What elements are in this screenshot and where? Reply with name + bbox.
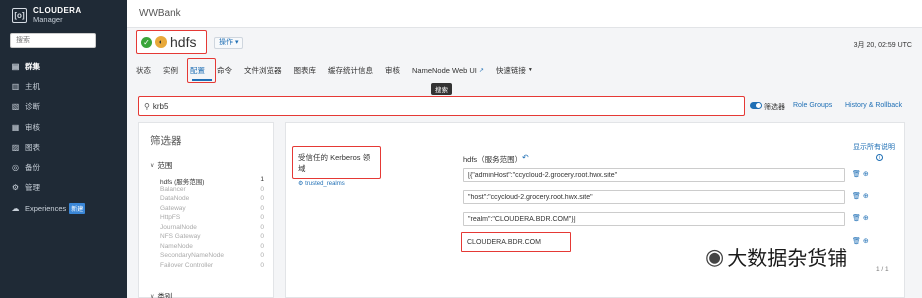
external-link-icon: ↗ — [478, 67, 484, 74]
list-item[interactable]: Failover Controller 0 — [160, 262, 264, 272]
top-bar: WWBank — [127, 0, 922, 28]
row-actions: 🗑 ⊕ — [852, 237, 869, 245]
property-name-box: 受信任的 Kerberos 领域 ⚙ trusted_realms — [292, 146, 381, 187]
chevron-down-icon: ∨ — [150, 294, 155, 298]
scope-label: hdfs（服务范围） — [463, 155, 523, 164]
sidebar-item-audit[interactable]: ▦ 审核 — [0, 117, 127, 137]
tab-file-browser[interactable]: 文件浏览器 — [244, 65, 282, 76]
cloud-icon: ☁ — [11, 203, 20, 213]
health-ok-icon: ✓ — [141, 36, 152, 48]
brand-name: CLOUDERA — [33, 6, 82, 15]
sidebar-item-experiences[interactable]: ☁ Experiences 新建 — [0, 198, 127, 218]
add-icon[interactable]: ⊕ — [863, 215, 869, 222]
trash-icon[interactable]: 🗑 — [852, 171, 861, 178]
wechat-icon: ◉ — [705, 243, 725, 269]
chart-icon: ▨ — [11, 142, 20, 152]
config-value-field[interactable] — [463, 168, 845, 182]
chevron-down-icon: ∨ — [150, 163, 155, 169]
tab-status[interactable]: 状态 — [136, 65, 151, 76]
pager: 1 / 1 — [876, 266, 889, 273]
tab-instances[interactable]: 实例 — [163, 65, 178, 76]
row-actions: 🗑 ⊕ — [852, 192, 869, 200]
add-icon[interactable]: ⊕ — [863, 238, 869, 245]
tab-cache-stats[interactable]: 缓存统计信息 — [328, 65, 373, 76]
search-tooltip: 搜索 — [431, 83, 452, 95]
gear-icon: ⚙ — [11, 183, 20, 193]
product-name: Manager — [33, 15, 63, 24]
filter-title: 筛选器 — [150, 135, 182, 147]
diagnostics-icon: ▧ — [11, 102, 20, 112]
service-header: ✓ ◐ hdfs — [136, 30, 207, 54]
gear-icon: ⚙ — [298, 181, 304, 187]
row-actions: 🗑 ⊕ — [852, 214, 869, 222]
show-all-descriptions-link[interactable]: 显示所有说明 — [853, 142, 895, 152]
sidebar-item-clusters[interactable]: ▤ 群集 — [0, 56, 127, 76]
row-actions: 🗑 ⊕ — [852, 170, 869, 178]
cloudera-logo-icon: [o] — [12, 7, 27, 23]
sidebar-item-charts[interactable]: ▨ 图表 — [0, 137, 127, 157]
service-tabs: 状态 实例 配置 命令 文件浏览器 图表库 缓存统计信息 审核 NameNode… — [136, 63, 545, 77]
filter-panel: 筛选器 ∨ 范围 hdfs (服务范围) 1 Balancer 0 DataNode 0… — [138, 122, 274, 298]
filter-toggle[interactable] — [750, 102, 762, 109]
list-item[interactable]: SecondaryNameNode 0 — [160, 252, 264, 262]
cloudera-logo[interactable]: [o] CLOUDERA Manager — [12, 6, 82, 24]
undo-icon[interactable]: ↶ — [522, 153, 529, 162]
property-key-link[interactable]: ⚙ trusted_realms — [298, 180, 375, 188]
role-groups-link[interactable]: Role Groups — [793, 102, 832, 109]
tab-quick-links[interactable]: 快速链接 ▼ — [496, 65, 533, 76]
tab-chart-library[interactable]: 图表库 — [294, 65, 317, 76]
list-item[interactable]: NFS Gateway 0 — [160, 233, 264, 243]
add-icon[interactable]: ⊕ — [863, 193, 869, 200]
sidebar-item-hosts[interactable]: ▥ 主机 — [0, 76, 127, 96]
tab-configuration[interactable]: 配置 — [190, 65, 205, 76]
active-tab-indicator — [192, 79, 212, 81]
list-item[interactable]: JournalNode 0 — [160, 224, 264, 234]
cluster-icon: ▤ — [11, 61, 20, 71]
tab-commands[interactable]: 命令 — [217, 65, 232, 76]
trash-icon[interactable]: 🗑 — [852, 193, 861, 200]
list-item[interactable]: Gateway 0 — [160, 205, 264, 215]
history-rollback-link[interactable]: History & Rollback — [845, 102, 902, 109]
add-icon[interactable]: ⊕ — [863, 171, 869, 178]
trash-icon[interactable]: 🗑 — [852, 215, 861, 222]
service-name: hdfs — [170, 34, 197, 50]
config-search-box: ⚲ — [138, 96, 745, 116]
cluster-name[interactable]: WWBank — [139, 8, 181, 19]
sidebar-item-diagnostics[interactable]: ▧ 诊断 — [0, 97, 127, 117]
host-icon: ▥ — [11, 81, 20, 91]
timestamp[interactable]: 3月 20, 02:59 UTC — [854, 40, 912, 50]
audit-icon: ▦ — [11, 122, 20, 132]
config-value-field[interactable] — [463, 190, 845, 204]
list-item[interactable]: DataNode 0 — [160, 195, 264, 205]
sidebar-nav: ▤ 群集 ▥ 主机 ▧ 诊断 ▦ 审核 ▨ 图表 ◎ 备份 ⚙ 管理 ☁ Experiences… — [0, 56, 127, 218]
watermark: ◉ 大数据杂货铺 — [705, 243, 848, 271]
config-search-input[interactable] — [152, 101, 733, 111]
sidebar-item-admin[interactable]: ⚙ 管理 — [0, 178, 127, 198]
scope-section-toggle[interactable]: ∨ 范围 — [150, 160, 172, 171]
property-title: 受信任的 Kerberos 领域 — [298, 153, 371, 173]
list-item[interactable]: HttpFS 0 — [160, 214, 264, 224]
chevron-down-icon: ▼ — [527, 67, 533, 73]
filter-toggle-label: 筛选器 — [764, 104, 785, 111]
config-value-field[interactable] — [463, 212, 845, 226]
list-item[interactable]: hdfs (服务范围) 1 — [160, 176, 264, 186]
sidebar-search-input[interactable] — [10, 33, 96, 48]
actions-dropdown-button[interactable]: 操作 ▾ — [214, 37, 244, 49]
new-badge: 新建 — [69, 202, 86, 214]
search-icon: ⚲ — [144, 101, 150, 111]
scope-filter-list: hdfs (服务范围) 1 Balancer 0 DataNode 0 Gateway… — [160, 176, 264, 271]
category-section-toggle[interactable]: ∨ 类别 — [150, 291, 172, 298]
sidebar-item-backup[interactable]: ◎ 备份 — [0, 157, 127, 177]
list-item[interactable]: NameNode 0 — [160, 243, 264, 253]
backup-icon: ◎ — [12, 163, 19, 173]
tab-namenode-web-ui[interactable]: NameNode Web UI ↗ — [412, 66, 484, 75]
tab-audit[interactable]: 审核 — [385, 65, 400, 76]
config-value-field[interactable] — [461, 232, 571, 252]
info-icon[interactable]: i — [876, 154, 883, 161]
sidebar: [o] CLOUDERA Manager ▤群集 ▥主机 ▧诊断 ▦审核 ▨图表… — [0, 0, 127, 298]
list-item[interactable]: Balancer 0 — [160, 186, 264, 196]
trash-icon[interactable]: 🗑 — [852, 238, 861, 245]
hdfs-icon: ◐ — [155, 36, 167, 48]
